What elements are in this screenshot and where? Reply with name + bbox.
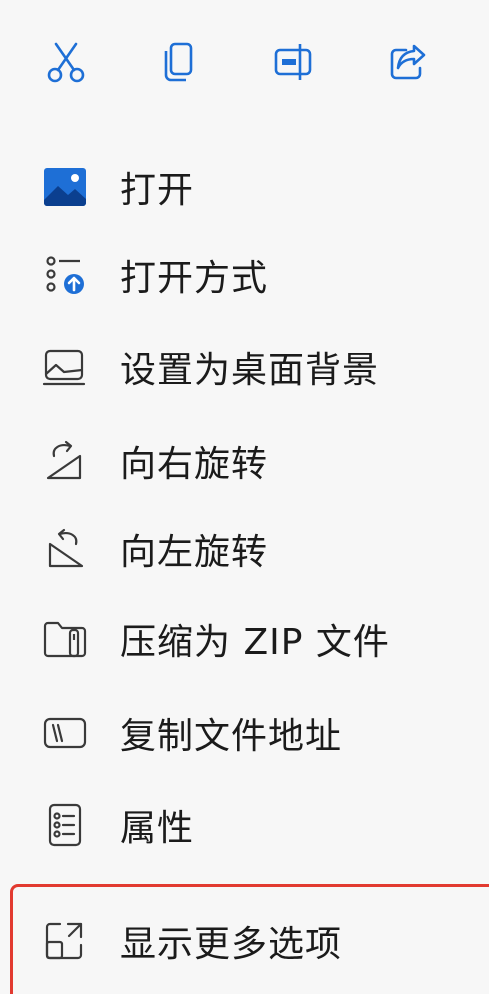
menu-item-properties[interactable]: 属性: [0, 790, 489, 860]
rotate-right-icon: [40, 436, 90, 486]
copy-button[interactable]: [147, 30, 211, 94]
scissors-icon: [47, 42, 85, 83]
menu-item-compress-zip[interactable]: 压缩为 ZIP 文件: [0, 604, 489, 674]
menu-item-set-desktop-background[interactable]: 设置为桌面背景: [0, 332, 489, 402]
copy-icon: [164, 42, 193, 82]
menu-item-label: 设置为桌面背景: [120, 350, 380, 391]
menu-item-label: 复制文件地址: [120, 716, 343, 757]
rename-icon: [274, 44, 312, 80]
menu-item-open[interactable]: 打开: [0, 152, 489, 222]
rename-button[interactable]: [262, 30, 326, 94]
show-more-icon: [40, 916, 90, 966]
menu-item-label: 打开: [120, 170, 195, 211]
share-button[interactable]: [376, 30, 440, 94]
menu-item-show-more-options[interactable]: 显示更多选项: [0, 906, 489, 976]
open-with-icon: [40, 250, 90, 300]
menu-item-copy-path[interactable]: 复制文件地址: [0, 698, 489, 768]
menu-item-rotate-right[interactable]: 向右旋转: [0, 426, 489, 496]
share-icon: [390, 44, 426, 80]
menu-item-label: 向左旋转: [120, 532, 269, 573]
properties-icon: [40, 800, 90, 850]
menu-item-label: 压缩为 ZIP 文件: [120, 622, 390, 663]
menu-item-label: 显示更多选项: [120, 924, 343, 965]
menu-item-label: 向右旋转: [120, 444, 269, 485]
desktop-background-icon: [40, 342, 90, 392]
menu-item-open-with[interactable]: 打开方式: [0, 240, 489, 310]
cut-button[interactable]: [34, 30, 98, 94]
menu-item-rotate-left[interactable]: 向左旋转: [0, 514, 489, 584]
menu-item-label: 打开方式: [120, 258, 269, 299]
rotate-left-icon: [40, 524, 90, 574]
image-icon: [40, 162, 90, 212]
context-menu-toolbar: [0, 0, 489, 130]
zip-folder-icon: [40, 614, 90, 664]
copy-path-icon: [40, 708, 90, 758]
menu-item-label: 属性: [120, 808, 195, 849]
